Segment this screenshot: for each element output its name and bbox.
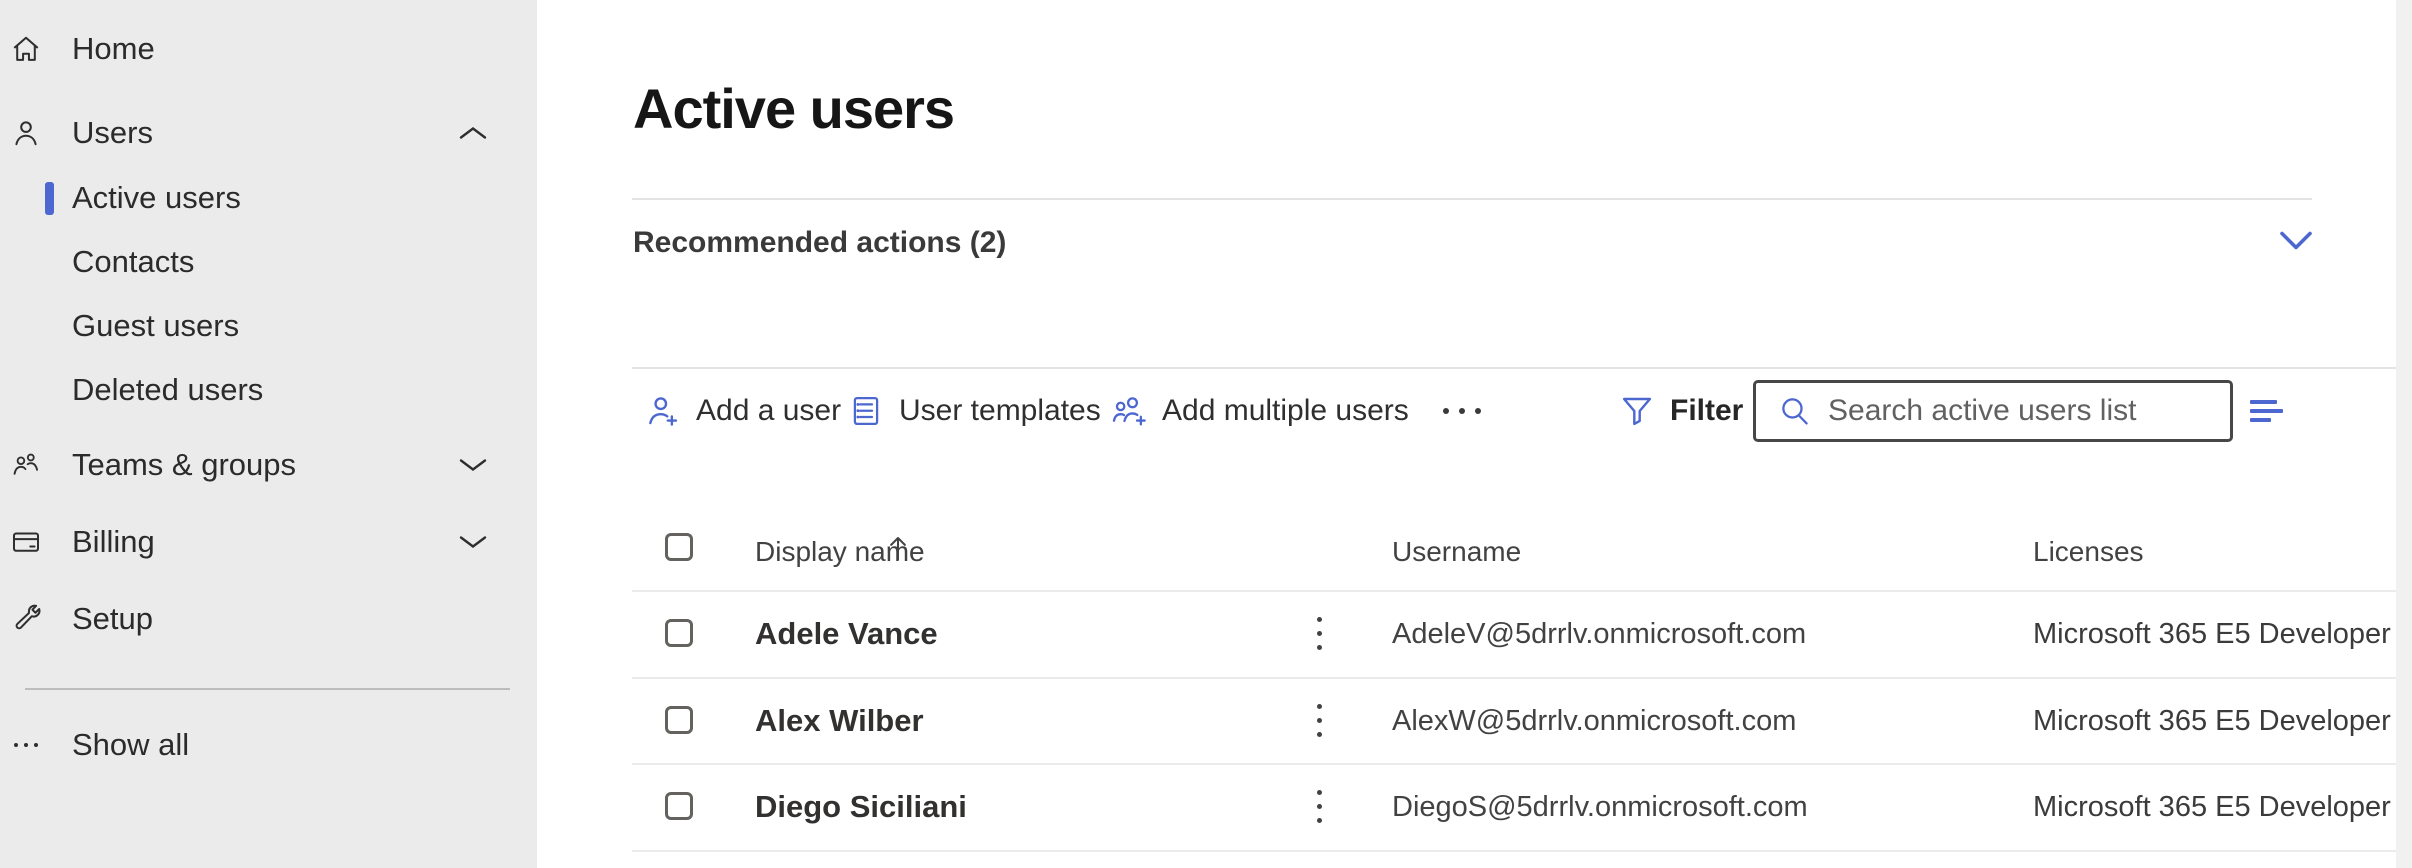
sidebar-item-label: Guest users: [72, 308, 239, 344]
sidebar-item-label: Users: [72, 115, 153, 151]
recommended-actions-heading: Recommended actions (2): [633, 226, 1006, 260]
m365-admin-active-users-screen: Home Users Active users Contacts Guest u…: [0, 0, 2412, 868]
user-icon: [10, 117, 42, 149]
row-checkbox[interactable]: [665, 792, 693, 820]
sidebar-item-label: Setup: [72, 601, 153, 637]
sidebar-item-setup[interactable]: Setup: [0, 597, 537, 641]
sidebar-nav: Home Users Active users Contacts Guest u…: [0, 0, 537, 868]
sidebar-item-label: Active users: [72, 180, 241, 216]
sidebar-item-active-users[interactable]: Active users: [0, 176, 537, 220]
add-a-user-label: Add a user: [696, 394, 841, 428]
search-box: [1753, 380, 2233, 442]
filter-label: Filter: [1670, 394, 1743, 428]
sidebar-item-label: Show all: [72, 727, 189, 763]
row-more-actions-button[interactable]: [1304, 611, 1334, 655]
recommended-actions-expand-button[interactable]: [2278, 228, 2314, 254]
display-name-cell[interactable]: Diego Siciliani: [755, 789, 967, 825]
username-cell: AdeleV@5drrlv.onmicrosoft.com: [1392, 618, 1806, 651]
row-more-actions-button[interactable]: [1304, 698, 1334, 742]
people-add-icon: [1110, 392, 1148, 430]
add-multiple-users-button[interactable]: Add multiple users: [1110, 388, 1409, 434]
sidebar-item-deleted-users[interactable]: Deleted users: [0, 368, 537, 412]
licenses-cell: Microsoft 365 E5 Developer (withou: [2033, 791, 2395, 824]
page-title: Active users: [633, 76, 954, 141]
chevron-down-icon: [2278, 228, 2314, 254]
sort-ascending-arrow-icon: [885, 533, 911, 563]
sidebar-item-label: Teams & groups: [72, 447, 296, 483]
sidebar-item-billing[interactable]: Billing: [0, 520, 537, 564]
sidebar-item-guest-users[interactable]: Guest users: [0, 304, 537, 348]
filter-button[interactable]: Filter: [1618, 388, 1743, 434]
row-checkbox[interactable]: [665, 619, 693, 647]
add-a-user-button[interactable]: Add a user: [644, 388, 841, 434]
licenses-cell: Microsoft 365 E5 Developer (withou: [2033, 705, 2395, 738]
sidebar-item-users[interactable]: Users: [0, 111, 537, 155]
search-icon: [1778, 394, 1812, 428]
sidebar-item-show-all[interactable]: Show all: [0, 723, 537, 767]
column-header-username[interactable]: Username: [1392, 536, 1521, 568]
ellipsis-icon: [1443, 408, 1481, 414]
display-name-cell[interactable]: Adele Vance: [755, 616, 938, 652]
ellipsis-icon: [10, 729, 42, 761]
row-checkbox[interactable]: [665, 706, 693, 734]
person-add-icon: [644, 392, 682, 430]
funnel-icon: [1618, 392, 1656, 430]
username-cell: DiegoS@5drrlv.onmicrosoft.com: [1392, 791, 1808, 824]
table-divider: [632, 763, 2396, 765]
sidebar-divider: [25, 688, 510, 690]
sidebar-item-teams-groups[interactable]: Teams & groups: [0, 443, 537, 487]
table-divider: [632, 590, 2396, 592]
select-all-checkbox[interactable]: [665, 533, 693, 561]
column-header-licenses[interactable]: Licenses: [2033, 536, 2144, 568]
sidebar-item-contacts[interactable]: Contacts: [0, 240, 537, 284]
chevron-down-icon: [452, 520, 494, 564]
sort-lines-icon: [2250, 400, 2296, 422]
sidebar-item-label: Billing: [72, 524, 155, 560]
username-cell: AlexW@5drrlv.onmicrosoft.com: [1392, 705, 1796, 738]
chevron-down-icon: [452, 443, 494, 487]
display-name-cell[interactable]: Alex Wilber: [755, 703, 924, 739]
add-multiple-users-label: Add multiple users: [1162, 394, 1409, 428]
sidebar-item-label: Deleted users: [72, 372, 263, 408]
licenses-cell: Microsoft 365 E5 Developer (withou: [2033, 618, 2395, 651]
sort-lines-button[interactable]: [2250, 386, 2296, 436]
search-input[interactable]: [1826, 393, 2210, 429]
wrench-icon: [10, 603, 42, 635]
toolbar-divider: [632, 367, 2396, 369]
template-list-icon: [847, 392, 885, 430]
table-divider: [632, 677, 2396, 679]
user-templates-label: User templates: [899, 394, 1101, 428]
people-icon: [10, 449, 42, 481]
section-divider: [632, 198, 2312, 200]
row-more-actions-button[interactable]: [1304, 784, 1334, 828]
credit-card-icon: [10, 526, 42, 558]
user-templates-button[interactable]: User templates: [847, 388, 1101, 434]
more-actions-button[interactable]: [1437, 388, 1487, 434]
vertical-scrollbar[interactable]: [2396, 0, 2412, 868]
sidebar-item-home[interactable]: Home: [0, 27, 537, 71]
chevron-up-icon: [452, 111, 494, 155]
sidebar-item-label: Contacts: [72, 244, 194, 280]
home-icon: [10, 33, 42, 65]
table-divider: [632, 850, 2396, 852]
sidebar-item-label: Home: [72, 31, 155, 67]
